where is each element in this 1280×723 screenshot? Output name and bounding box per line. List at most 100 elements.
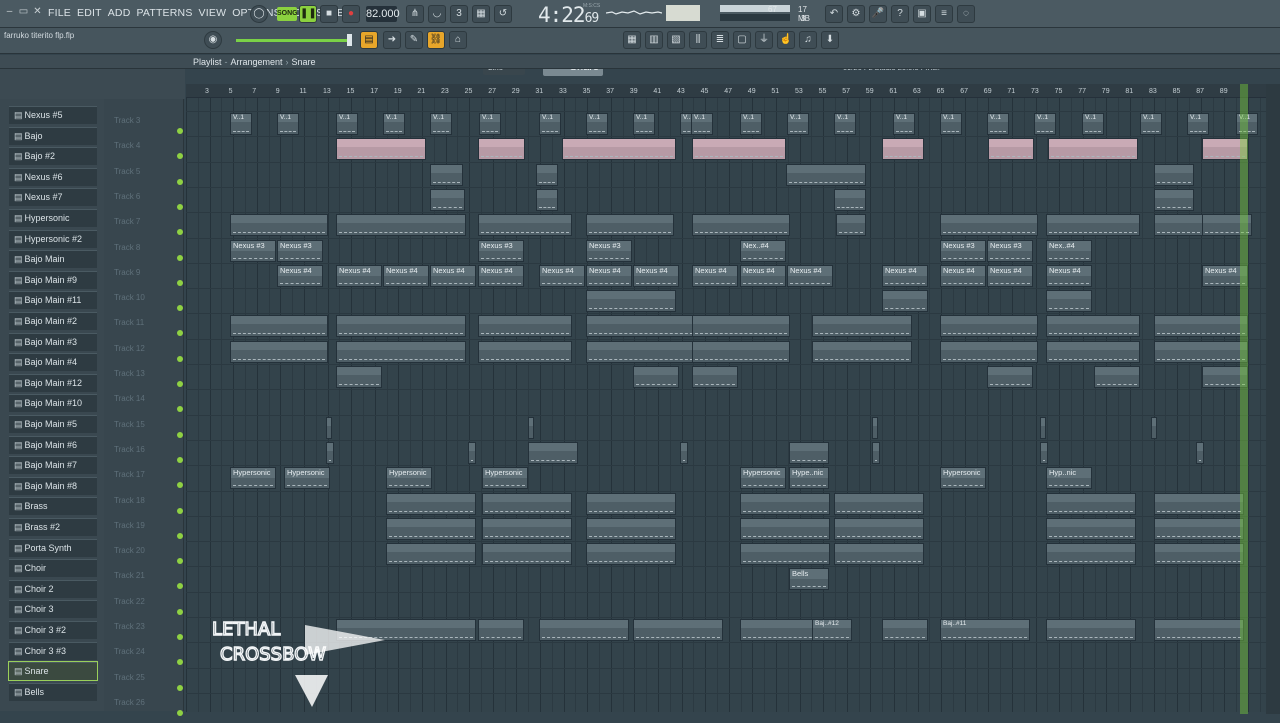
pattern-clip[interactable] — [230, 315, 328, 338]
pattern-clip[interactable] — [812, 315, 912, 338]
pattern-clip[interactable]: Nexus #4 — [940, 264, 986, 287]
track-mute-led[interactable] — [177, 279, 183, 286]
step-edit-icon[interactable]: ▦ — [472, 5, 490, 23]
track-header[interactable]: Track 25 — [114, 673, 184, 698]
pattern-clip[interactable]: Nexus #3 — [230, 239, 276, 262]
pattern-clip[interactable] — [482, 517, 572, 540]
pattern-item[interactable]: ▤ Brass — [9, 497, 97, 516]
pattern-clip[interactable] — [336, 138, 426, 161]
pattern-clip[interactable] — [386, 492, 476, 515]
playhead[interactable] — [1240, 84, 1248, 714]
plugin-picker-icon[interactable]: ▢ — [733, 31, 751, 49]
pattern-clip[interactable]: Nexus #3 — [277, 239, 323, 262]
pattern-item[interactable]: ▤ Bells — [9, 682, 97, 701]
pattern-clip[interactable]: V..1 — [987, 113, 1009, 135]
pattern-clip[interactable]: V..1 — [1034, 113, 1056, 135]
track-mute-led[interactable] — [177, 381, 183, 387]
pattern-clip[interactable]: Nexus #4 — [787, 264, 833, 287]
pattern-clip[interactable]: Nexus #4 — [1046, 264, 1092, 287]
pattern-clip[interactable]: V..1 — [633, 113, 655, 135]
pen-icon[interactable]: ✎ — [405, 31, 423, 49]
track-mute-led[interactable] — [177, 684, 183, 691]
pattern-clip[interactable]: Nexus #4 — [478, 264, 524, 287]
pattern-clip[interactable] — [740, 492, 830, 515]
pattern-clip[interactable] — [536, 188, 558, 211]
mic-icon[interactable]: 🎤 — [869, 5, 887, 23]
pattern-item[interactable]: ▤ Bajo Main #11 — [9, 291, 97, 310]
pattern-clip[interactable]: V..1 — [691, 113, 713, 135]
pattern-clip[interactable] — [987, 366, 1033, 388]
pattern-clip[interactable]: V..1 — [1140, 113, 1162, 135]
pattern-clip[interactable] — [692, 315, 790, 338]
pattern-clip[interactable] — [586, 214, 674, 237]
pattern-clip[interactable]: Hypersonic — [230, 467, 276, 490]
pattern-clip[interactable] — [478, 138, 525, 161]
pattern-clip[interactable] — [1154, 619, 1244, 641]
pattern-clip[interactable] — [940, 214, 1038, 237]
track-header[interactable]: Track 18 — [114, 496, 184, 521]
pattern-clip[interactable] — [786, 163, 866, 186]
track-header[interactable]: Track 26 — [114, 698, 184, 723]
touch-icon[interactable]: ☝ — [777, 31, 795, 49]
pattern-clip[interactable] — [230, 340, 328, 363]
pattern-clip[interactable]: V..1 — [479, 113, 501, 135]
pattern-clip[interactable] — [834, 517, 924, 540]
pattern-clip[interactable]: V..1 — [740, 113, 762, 135]
pattern-clip[interactable] — [430, 188, 465, 211]
track-mute-led[interactable] — [177, 330, 183, 337]
pattern-clip[interactable]: V..1 — [230, 113, 252, 135]
pattern-item[interactable]: ▤ Hypersonic — [9, 209, 97, 227]
pattern-clip[interactable]: Nexus #4 — [539, 264, 585, 287]
pattern-clip[interactable] — [1154, 340, 1248, 363]
pattern-clip[interactable] — [1151, 416, 1157, 439]
pattern-clip[interactable] — [478, 315, 572, 338]
track-header[interactable]: Track 17 — [114, 470, 184, 495]
download-icon[interactable]: ⬇ — [821, 31, 839, 49]
pattern-item[interactable]: ▤ Bajo Main #10 — [9, 394, 97, 413]
track-header[interactable]: Track 6 — [114, 192, 184, 217]
pattern-clip[interactable]: Nexus #3 — [987, 239, 1033, 262]
track-mute-led[interactable] — [177, 203, 183, 210]
pattern-clip[interactable]: Nexus #4 — [692, 264, 738, 287]
pattern-item[interactable]: ▤ Choir — [9, 559, 97, 578]
pattern-clip[interactable]: Nexus #4 — [383, 264, 429, 287]
track-mute-led[interactable] — [177, 229, 183, 236]
pattern-clip[interactable]: Bells — [789, 568, 829, 591]
track-header[interactable]: Track 16 — [114, 445, 184, 470]
pattern-clip[interactable] — [586, 492, 676, 515]
pattern-clip[interactable] — [478, 340, 572, 363]
menu-file[interactable]: FILE — [48, 7, 71, 19]
pattern-clip[interactable] — [836, 214, 866, 237]
pattern-clip[interactable]: Nexus #4 — [336, 264, 382, 287]
record-mode-icon[interactable]: ◯ — [250, 5, 268, 23]
pattern-clip[interactable] — [528, 416, 534, 439]
pattern-item[interactable]: ▤ Choir 3 #2 — [9, 621, 97, 639]
pattern-clip[interactable] — [482, 492, 572, 515]
pattern-clip[interactable] — [586, 543, 676, 566]
pattern-clip[interactable] — [536, 163, 558, 186]
pattern-clip[interactable] — [988, 138, 1034, 161]
pattern-item[interactable]: ▤ Bajo #2 — [9, 147, 97, 166]
pattern-clip[interactable]: V..1 — [940, 113, 962, 135]
pattern-item[interactable]: ▤ Bajo Main #6 — [9, 435, 97, 454]
pattern-clip[interactable]: Nexus #4 — [586, 264, 632, 287]
track-header[interactable]: Track 13 — [114, 369, 184, 394]
pattern-clip[interactable] — [834, 188, 866, 211]
pattern-clip[interactable] — [336, 340, 466, 363]
pattern-clip[interactable] — [692, 214, 790, 237]
pattern-clip[interactable] — [1040, 416, 1046, 439]
playlist-view-icon[interactable]: ▤ — [360, 31, 378, 49]
undo-icon[interactable]: ↶ — [825, 5, 843, 23]
pattern-clip[interactable]: V..1 — [1187, 113, 1209, 135]
pattern-clip[interactable]: V..1 — [787, 113, 809, 135]
track-mute-led[interactable] — [177, 254, 183, 261]
pattern-clip[interactable] — [940, 315, 1038, 338]
pattern-clip[interactable] — [326, 416, 332, 439]
pattern-clip[interactable] — [1154, 315, 1248, 338]
pattern-clip[interactable]: Nexus #4 — [740, 264, 786, 287]
track-header[interactable]: Track 23 — [114, 622, 184, 647]
track-header[interactable]: Track 14 — [114, 394, 184, 419]
track-mute-led[interactable] — [177, 634, 183, 640]
track-mute-led[interactable] — [177, 406, 183, 413]
pattern-clip[interactable]: V..1 — [1082, 113, 1104, 135]
